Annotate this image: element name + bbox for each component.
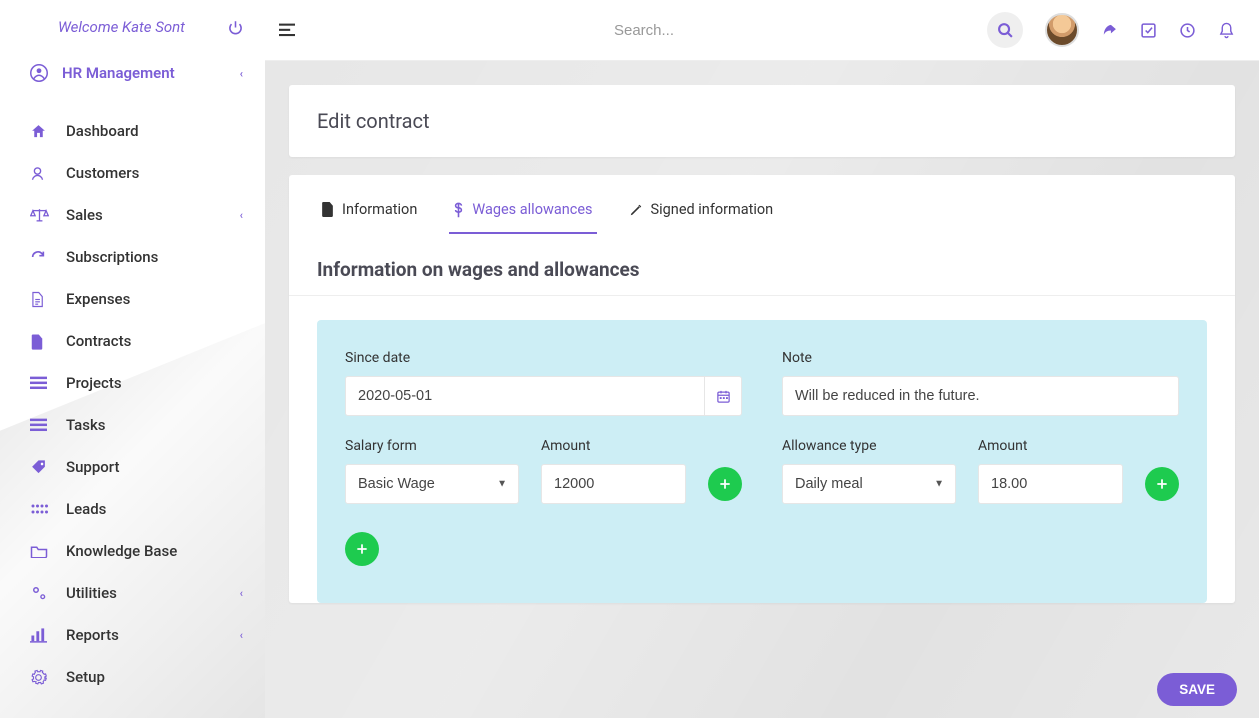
sidebar-item-contracts[interactable]: Contracts <box>0 320 265 362</box>
sidebar-item-customers[interactable]: Customers <box>0 152 265 194</box>
home-icon <box>30 123 50 140</box>
sidebar-item-projects[interactable]: Projects <box>0 362 265 404</box>
sidebar-item-label: Knowledge Base <box>66 542 177 560</box>
sidebar-item-reports[interactable]: Reports ‹ <box>0 614 265 656</box>
add-row-button[interactable] <box>345 532 379 566</box>
note-label: Note <box>782 350 1179 366</box>
chevron-left-icon: ‹ <box>240 67 243 80</box>
page-title: Edit contract <box>289 85 1235 157</box>
scale-icon <box>30 207 50 223</box>
power-icon[interactable] <box>228 20 243 35</box>
avatar[interactable] <box>1045 13 1079 47</box>
user-icon <box>30 165 50 182</box>
gears-icon <box>30 584 50 602</box>
since-date-input[interactable] <box>345 376 704 416</box>
sidebar: Welcome Kate Sont HR Management ‹ Dashbo… <box>0 0 265 718</box>
sidebar-item-label: Leads <box>66 500 106 518</box>
allowance-type-label: Allowance type <box>782 438 956 454</box>
sidebar-item-knowledge-base[interactable]: Knowledge Base <box>0 530 265 572</box>
allowance-amount-input[interactable] <box>978 464 1123 504</box>
bars-icon <box>30 376 50 390</box>
pencil-icon <box>629 203 643 217</box>
sidebar-item-utilities[interactable]: Utilities ‹ <box>0 572 265 614</box>
bell-icon[interactable] <box>1218 22 1235 39</box>
tab-label: Information <box>342 201 417 218</box>
salary-amount-label: Amount <box>541 438 686 454</box>
sidebar-item-subscriptions[interactable]: Subscriptions <box>0 236 265 278</box>
check-square-icon[interactable] <box>1140 22 1157 39</box>
sidebar-item-leads[interactable]: Leads <box>0 488 265 530</box>
sidebar-item-dashboard[interactable]: Dashboard <box>0 110 265 152</box>
sidebar-item-label: Sales <box>66 206 103 224</box>
dots-icon <box>30 503 50 515</box>
search-input[interactable] <box>494 22 794 39</box>
sidebar-item-label: Subscriptions <box>66 248 158 266</box>
dollar-icon <box>453 202 464 218</box>
doc-icon <box>30 291 50 308</box>
tab-signed-information[interactable]: Signed information <box>625 193 778 234</box>
refresh-icon <box>30 249 50 265</box>
salary-form-label: Salary form <box>345 438 519 454</box>
sidebar-item-label: Tasks <box>66 416 106 434</box>
save-button[interactable]: SAVE <box>1157 673 1237 706</box>
salary-amount-input[interactable] <box>541 464 686 504</box>
sidebar-item-label: Projects <box>66 374 122 392</box>
note-input[interactable] <box>782 376 1179 416</box>
title-card: Edit contract <box>289 85 1235 157</box>
gear-icon <box>30 669 50 686</box>
tab-label: Wages allowances <box>472 201 592 218</box>
allowance-type-select[interactable] <box>782 464 956 504</box>
sidebar-item-label: Reports <box>66 626 119 644</box>
chevron-left-icon: ‹ <box>240 587 243 600</box>
sidebar-section-hr[interactable]: HR Management ‹ <box>0 54 265 92</box>
sidebar-item-setup[interactable]: Setup <box>0 656 265 698</box>
search-button[interactable] <box>987 12 1023 48</box>
allowance-amount-label: Amount <box>978 438 1123 454</box>
salary-form-select[interactable] <box>345 464 519 504</box>
tabs: Information Wages allowances Signed info… <box>289 175 1235 234</box>
file-icon <box>30 333 50 350</box>
tab-wages-allowances[interactable]: Wages allowances <box>449 193 596 234</box>
sidebar-item-expenses[interactable]: Expenses <box>0 278 265 320</box>
tab-label: Signed information <box>651 201 774 218</box>
wages-panel: Since date Note Salary form <box>317 320 1207 603</box>
clock-icon[interactable] <box>1179 22 1196 39</box>
since-date-label: Since date <box>345 350 742 366</box>
sidebar-item-label: Contracts <box>66 332 131 350</box>
chevron-left-icon: ‹ <box>240 629 243 642</box>
add-allowance-button[interactable] <box>1145 467 1179 501</box>
section-heading: Information on wages and allowances <box>289 238 1235 296</box>
menu-toggle-icon[interactable] <box>273 17 301 43</box>
folder-icon <box>30 544 50 558</box>
sidebar-item-label: Dashboard <box>66 122 139 140</box>
bars-icon <box>30 418 50 432</box>
form-card: Information Wages allowances Signed info… <box>289 175 1235 603</box>
welcome-text: Welcome Kate Sont <box>58 18 185 36</box>
sidebar-item-label: Setup <box>66 668 105 686</box>
chart-icon <box>30 628 50 643</box>
sidebar-item-label: Support <box>66 458 119 476</box>
file-icon <box>321 202 334 217</box>
tag-icon <box>30 459 50 476</box>
sidebar-item-sales[interactable]: Sales ‹ <box>0 194 265 236</box>
add-salary-button[interactable] <box>708 467 742 501</box>
sidebar-item-label: Customers <box>66 164 139 182</box>
sidebar-item-support[interactable]: Support <box>0 446 265 488</box>
tab-information[interactable]: Information <box>317 193 421 234</box>
sidebar-section-label: HR Management <box>62 64 175 82</box>
share-icon[interactable] <box>1101 22 1118 39</box>
calendar-icon[interactable] <box>704 376 742 416</box>
sidebar-item-label: Utilities <box>66 584 117 602</box>
topbar <box>265 0 1259 61</box>
main-content: Edit contract Information Wages allowanc… <box>265 61 1259 718</box>
sidebar-item-tasks[interactable]: Tasks <box>0 404 265 446</box>
user-circle-icon <box>30 64 48 82</box>
chevron-left-icon: ‹ <box>240 209 243 222</box>
sidebar-item-label: Expenses <box>66 290 130 308</box>
